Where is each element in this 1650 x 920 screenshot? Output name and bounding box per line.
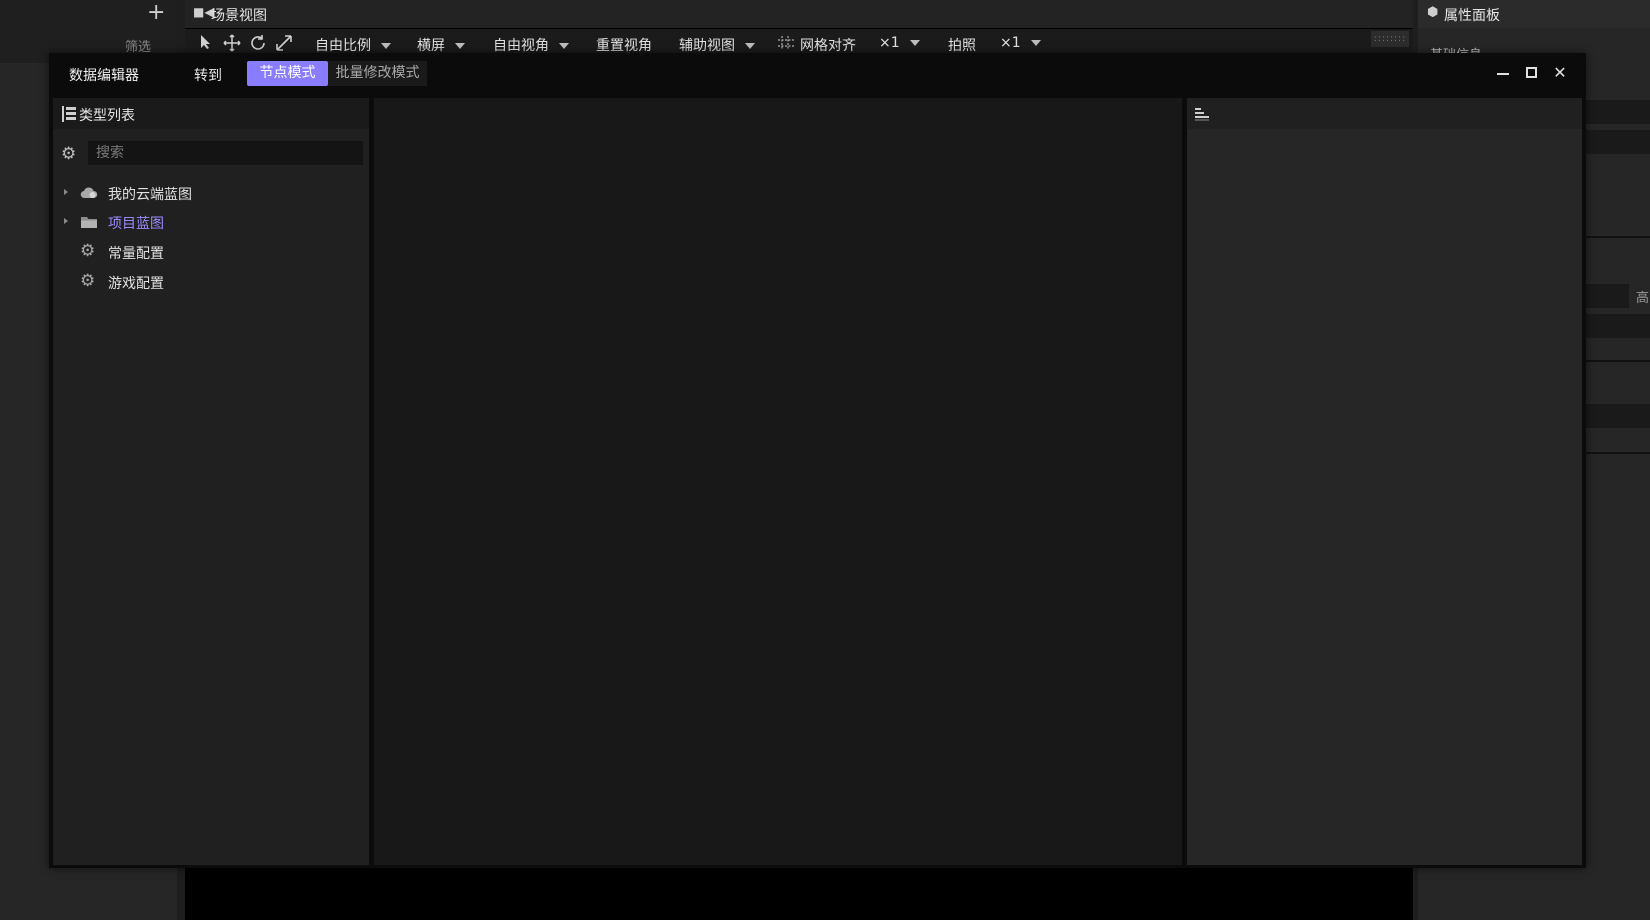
goto-button[interactable]: 转到: [194, 65, 222, 85]
grid-multiplier-dropdown[interactable]: ×1: [879, 35, 920, 51]
snapshot-button[interactable]: 拍照: [948, 35, 976, 55]
folder-icon: [80, 214, 98, 230]
chevron-down-icon: [381, 43, 391, 49]
drag-handle-icon[interactable]: ::::::::: [1371, 31, 1409, 47]
align-left-icon[interactable]: [1195, 107, 1209, 121]
tab-batch-edit-mode[interactable]: 批量修改模式: [328, 61, 427, 86]
divider: [1585, 236, 1650, 238]
search-input[interactable]: [88, 141, 363, 165]
window-title: 数据编辑器: [69, 68, 139, 84]
minimize-icon[interactable]: [1492, 62, 1514, 84]
maximize-icon[interactable]: [1521, 62, 1543, 84]
aux-view-dropdown[interactable]: 辅助视图: [679, 35, 755, 55]
data-editor-header: 数据编辑器 转到 节点模式 批量修改模式 ✕: [49, 53, 1586, 93]
cloud-icon: [80, 185, 98, 201]
settings-gear-icon[interactable]: ⚙: [61, 145, 76, 163]
tree-item-game-config[interactable]: ⚙ 游戏配置: [53, 268, 369, 296]
type-list-header: 类型列表: [53, 98, 369, 129]
property-row: [1585, 130, 1650, 154]
tree-item-label: 我的云端蓝图: [108, 187, 192, 203]
property-input[interactable]: [1585, 284, 1629, 308]
gear-icon: ⚙: [80, 241, 96, 261]
chevron-down-icon: [909, 40, 920, 46]
data-editor-window: 数据编辑器 转到 节点模式 批量修改模式 ✕ 类型列表 ⚙ 我的云端蓝图: [49, 53, 1586, 868]
select-arrow-icon[interactable]: [199, 34, 213, 54]
grid-snap-toggle[interactable]: 网格对齐: [800, 35, 856, 55]
chevron-down-icon: [745, 43, 755, 49]
tree-item-project-blueprints[interactable]: 项目蓝图: [53, 208, 369, 236]
detail-panel: [1187, 98, 1582, 865]
orientation-dropdown[interactable]: 横屏: [417, 35, 465, 55]
node-canvas-panel[interactable]: [374, 98, 1182, 865]
property-panel-header: ⬢ 属性面板: [1418, 0, 1650, 28]
chevron-down-icon: [1030, 40, 1041, 46]
tree-item-constant-config[interactable]: ⚙ 常量配置: [53, 238, 369, 266]
detail-panel-header: [1187, 98, 1582, 129]
close-icon[interactable]: ✕: [1549, 62, 1571, 84]
expand-arrow-icon[interactable]: [64, 189, 68, 195]
chevron-down-icon: [559, 43, 569, 49]
scene-view-title-bar: ■◀ 场景视图: [185, 0, 1413, 28]
property-row: [1585, 314, 1650, 338]
divider: [1585, 452, 1650, 454]
property-row: [1585, 404, 1650, 428]
gear-icon: ⚙: [80, 271, 96, 291]
tree-item-label: 项目蓝图: [108, 216, 164, 232]
snapshot-multiplier-dropdown[interactable]: ×1: [1000, 35, 1041, 51]
property-panel-title: 属性面板: [1444, 8, 1500, 24]
aspect-ratio-dropdown[interactable]: 自由比例: [315, 35, 391, 55]
grid-icon: [777, 35, 795, 55]
tab-node-mode[interactable]: 节点模式: [247, 61, 328, 86]
scene-view-title: 场景视图: [211, 8, 267, 24]
expand-arrow-icon[interactable]: [64, 218, 68, 224]
cube-icon: ⬢: [1427, 5, 1439, 20]
tree-item-cloud-blueprints[interactable]: 我的云端蓝图: [53, 179, 369, 207]
type-list-title: 类型列表: [79, 108, 135, 124]
tree-list-icon: [62, 106, 76, 122]
tree-item-label: 游戏配置: [108, 276, 164, 292]
reset-view-button[interactable]: 重置视角: [596, 35, 652, 55]
type-list-panel: 类型列表 ⚙ 我的云端蓝图 项目蓝图 ⚙ 常量配置 ⚙ 游戏配置: [53, 98, 369, 865]
view-mode-dropdown[interactable]: 自由视角: [493, 35, 569, 55]
property-row: [1585, 100, 1650, 124]
tree-item-label: 常量配置: [108, 246, 164, 262]
plus-icon[interactable]: +: [147, 2, 165, 24]
chevron-down-icon: [455, 43, 465, 49]
height-label: 高: [1636, 291, 1650, 306]
divider: [1585, 360, 1650, 362]
